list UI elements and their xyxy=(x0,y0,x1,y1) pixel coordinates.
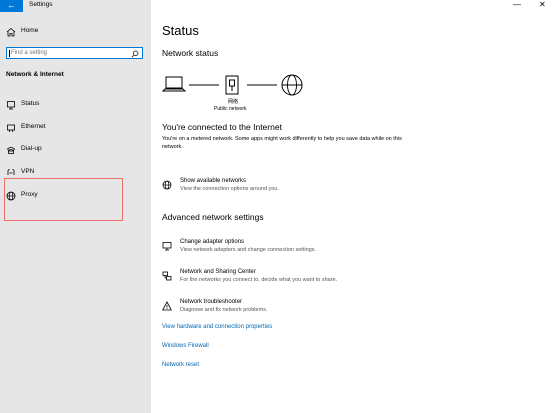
ethernet-port-icon xyxy=(225,75,239,95)
search-input[interactable]: Find a setting xyxy=(6,47,143,59)
sidebar-item-label: VPN xyxy=(21,168,35,175)
link-title: Change adapter options xyxy=(180,239,245,245)
status-icon xyxy=(7,101,15,110)
back-button[interactable]: ← xyxy=(0,0,23,12)
close-button[interactable]: ✕ xyxy=(539,0,546,9)
dialup-icon xyxy=(6,147,16,154)
change-adapter-link[interactable]: Change adapter options View network adap… xyxy=(162,239,422,259)
sidebar-item-label: Home xyxy=(21,27,39,34)
search-placeholder: Find a setting xyxy=(11,49,48,56)
section-title: Network & Internet xyxy=(6,71,64,78)
network-status-heading: Network status xyxy=(162,48,219,58)
sharing-center-link[interactable]: Network and Sharing Center For the netwo… xyxy=(162,269,422,289)
link-subtitle: View network adapters and change connect… xyxy=(180,247,316,253)
connection-description: You're on a metered network. Some apps m… xyxy=(162,136,402,150)
sharing-center-icon xyxy=(162,271,172,281)
sidebar-item-home[interactable]: Home xyxy=(0,23,151,41)
troubleshooter-link[interactable]: Network troubleshooter Diagnose and fix … xyxy=(162,299,422,319)
minimize-button[interactable]: — xyxy=(513,0,521,9)
sidebar-item-label: Ethernet xyxy=(21,123,46,130)
app-title: Settings xyxy=(29,1,53,8)
sidebar-item-ethernet[interactable]: Ethernet xyxy=(0,119,151,137)
search-icon[interactable] xyxy=(131,50,139,58)
globe-icon xyxy=(281,74,303,96)
sidebar: ← Settings Home Find a setting Network &… xyxy=(0,0,151,413)
link-subtitle: For the networks you connect to, decide … xyxy=(180,277,338,283)
page-title: Status xyxy=(162,23,199,38)
link-title: Network troubleshooter xyxy=(180,299,243,305)
sidebar-item-dialup[interactable]: Dial-up xyxy=(0,141,151,159)
highlight-box xyxy=(4,178,123,221)
advanced-heading: Advanced network settings xyxy=(162,212,264,222)
link-subtitle: Diagnose and fix network problems. xyxy=(180,307,268,313)
home-icon xyxy=(6,27,16,37)
link-title: Network and Sharing Center xyxy=(180,269,256,275)
windows-firewall-link[interactable]: Windows Firewall xyxy=(162,343,209,349)
title-bar: ← Settings xyxy=(0,0,151,12)
link-title: Show available networks xyxy=(180,178,247,184)
show-networks-link[interactable]: Show available networks View the connect… xyxy=(162,178,422,198)
link-subtitle: View the connection options around you. xyxy=(180,186,279,192)
sidebar-item-status[interactable]: Status xyxy=(0,96,151,114)
network-type-label: Public network xyxy=(214,106,247,112)
globe-icon xyxy=(162,180,172,190)
vpn-icon xyxy=(7,169,15,175)
text-caret xyxy=(9,50,10,57)
adapter-icon xyxy=(162,242,172,251)
sidebar-item-label: Dial-up xyxy=(21,145,42,152)
connection-heading: You're connected to the Internet xyxy=(162,122,282,132)
hardware-properties-link[interactable]: View hardware and connection properties xyxy=(162,324,272,330)
network-name: 网络 xyxy=(228,99,239,105)
sidebar-item-label: Status xyxy=(21,100,40,107)
laptop-icon xyxy=(162,76,187,92)
warning-icon xyxy=(162,301,172,311)
ethernet-icon xyxy=(7,124,15,132)
main-panel: — ✕ Status Network status 网络 Public netw… xyxy=(151,0,554,413)
network-reset-link[interactable]: Network reset xyxy=(162,362,199,368)
